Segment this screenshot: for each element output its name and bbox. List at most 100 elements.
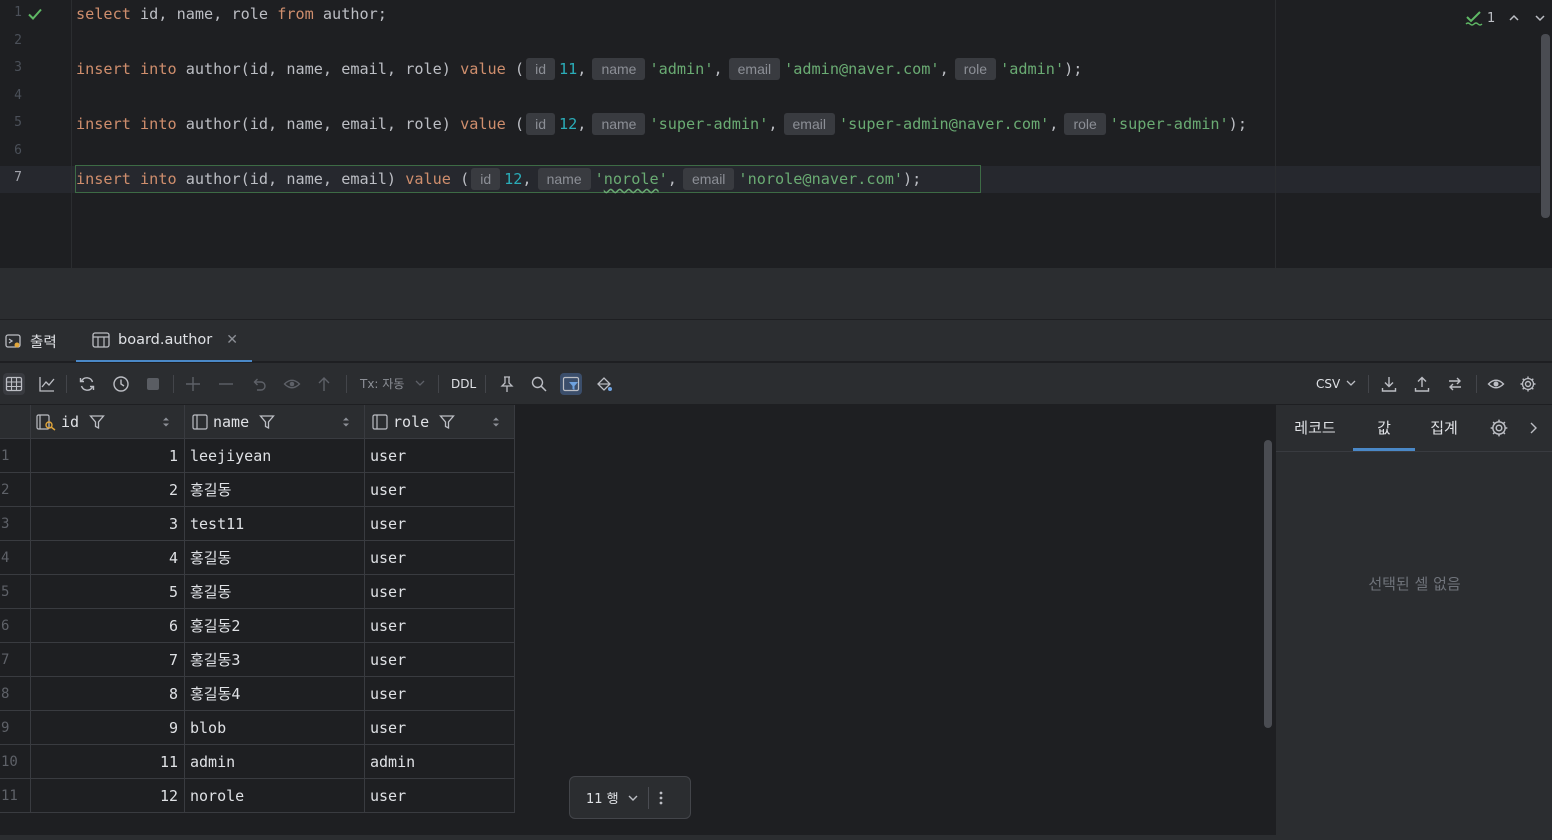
chevron-up-icon[interactable]	[1507, 11, 1521, 25]
tab-output[interactable]: 출력	[4, 320, 57, 362]
gear-icon[interactable]	[1489, 418, 1509, 438]
submit-button[interactable]	[313, 373, 335, 395]
format-button[interactable]	[593, 373, 615, 395]
cell-role[interactable]: user	[365, 507, 515, 541]
table-view-button[interactable]	[3, 373, 25, 395]
cell-name[interactable]: 홍길동2	[185, 609, 365, 643]
cell-role[interactable]: user	[365, 541, 515, 575]
tab-aggregate[interactable]: 집계	[1416, 405, 1472, 451]
keyword: from	[277, 5, 314, 23]
cell-name[interactable]: 홍길동	[185, 473, 365, 507]
splitter[interactable]	[0, 268, 1552, 320]
search-button[interactable]	[528, 373, 550, 395]
cell-name[interactable]: 홍길동3	[185, 643, 365, 677]
column-header-role[interactable]: role	[365, 405, 515, 439]
cell-name[interactable]: test11	[185, 507, 365, 541]
filter-grid-icon	[562, 376, 580, 392]
cell-name[interactable]: blob	[185, 711, 365, 745]
cell-id[interactable]: 2	[31, 473, 185, 507]
code-line-7[interactable]: insert into author(id, name, email) valu…	[76, 167, 921, 191]
refresh-button[interactable]	[76, 373, 98, 395]
line-gutter: 1 2 3 4 5 6 7	[0, 0, 72, 268]
string-literal: '	[658, 170, 668, 188]
delete-row-button[interactable]	[215, 373, 237, 395]
cell-id[interactable]: 11	[31, 745, 185, 779]
tab-board-author[interactable]: board.author ✕	[76, 320, 252, 362]
cell-name[interactable]: leejiyean	[185, 439, 365, 473]
editor-scrollbar[interactable]	[1541, 34, 1550, 218]
tab-record[interactable]: 레코드	[1282, 405, 1348, 451]
param-hint: email	[728, 58, 781, 80]
cell-id[interactable]: 7	[31, 643, 185, 677]
ddl-button[interactable]: DDL	[451, 373, 476, 395]
cell-role[interactable]: user	[365, 643, 515, 677]
sort-icon[interactable]	[162, 416, 170, 428]
inspection-widget[interactable]: 1	[1465, 8, 1547, 28]
cell-role[interactable]: user	[365, 575, 515, 609]
cell-id[interactable]: 5	[31, 575, 185, 609]
cell-name[interactable]: admin	[185, 745, 365, 779]
cell-name[interactable]: 홍길동	[185, 575, 365, 609]
cell-role[interactable]: admin	[365, 745, 515, 779]
identifiers: author(id, name, email, role)	[176, 60, 461, 78]
transaction-mode-select[interactable]: Tx: 자동	[360, 373, 426, 395]
cell-role[interactable]: user	[365, 609, 515, 643]
chevron-down-icon[interactable]	[627, 793, 639, 803]
settings-button[interactable]	[1517, 373, 1539, 395]
cell-role[interactable]: user	[365, 711, 515, 745]
cell-name[interactable]: norole	[185, 779, 365, 813]
download-button[interactable]	[1378, 373, 1400, 395]
cell-id[interactable]: 6	[31, 609, 185, 643]
row-count-widget[interactable]: 11 행	[569, 776, 691, 819]
preview-changes-button[interactable]	[281, 373, 303, 395]
sort-icon[interactable]	[492, 416, 500, 428]
result-grid[interactable]: id name role 1 1 leejiyean user 2 2 홍길동 user 3 3 t…	[0, 405, 1262, 835]
cell-name[interactable]: 홍길동	[185, 541, 365, 575]
cell-id[interactable]: 1	[31, 439, 185, 473]
revert-button[interactable]	[248, 373, 270, 395]
cell-id[interactable]: 12	[31, 779, 185, 813]
cell-name[interactable]: 홍길동4	[185, 677, 365, 711]
more-vertical-icon[interactable]	[658, 790, 664, 806]
row-number: 5	[0, 575, 31, 609]
chevron-down-icon[interactable]	[1533, 11, 1547, 25]
compare-button[interactable]	[1444, 373, 1466, 395]
view-options-button[interactable]	[1485, 373, 1507, 395]
column-header-name[interactable]: name	[185, 405, 365, 439]
arrow-up-icon	[318, 377, 330, 391]
filter-icon[interactable]	[259, 414, 276, 430]
sql-editor[interactable]: 1 2 3 4 5 6 7 select id, name, role from…	[0, 0, 1552, 268]
add-row-button[interactable]	[182, 373, 204, 395]
chevron-right-icon[interactable]	[1527, 421, 1539, 435]
pin-button[interactable]	[496, 373, 518, 395]
filter-icon[interactable]	[439, 414, 456, 430]
history-button[interactable]	[110, 373, 132, 395]
column-header-id[interactable]: id	[31, 405, 185, 439]
keyword: value	[405, 170, 451, 188]
cell-id[interactable]: 3	[31, 507, 185, 541]
chart-view-button[interactable]	[36, 373, 58, 395]
tab-value[interactable]: 값	[1353, 405, 1415, 451]
cell-id[interactable]: 8	[31, 677, 185, 711]
cell-role[interactable]: user	[365, 779, 515, 813]
pin-icon	[500, 376, 514, 392]
code-line-3[interactable]: insert into author(id, name, email, role…	[76, 57, 1082, 81]
upload-button[interactable]	[1411, 373, 1433, 395]
grid-scrollbar[interactable]	[1264, 440, 1272, 728]
gear-icon	[1520, 376, 1536, 392]
cell-id[interactable]: 4	[31, 541, 185, 575]
filter-toggle-button[interactable]	[560, 373, 582, 395]
sort-icon[interactable]	[342, 416, 350, 428]
code-line-5[interactable]: insert into author(id, name, email, role…	[76, 112, 1247, 136]
cell-role[interactable]: user	[365, 439, 515, 473]
param-hint: role	[954, 58, 997, 80]
code-line-1[interactable]: select id, name, role from author;	[76, 2, 387, 26]
punctuation: ,	[522, 170, 532, 188]
cell-id[interactable]: 9	[31, 711, 185, 745]
cell-role[interactable]: user	[365, 473, 515, 507]
export-format-select[interactable]: CSV	[1316, 373, 1357, 395]
close-icon[interactable]: ✕	[226, 332, 238, 348]
cell-role[interactable]: user	[365, 677, 515, 711]
stop-button[interactable]	[142, 373, 164, 395]
filter-icon[interactable]	[89, 414, 105, 430]
